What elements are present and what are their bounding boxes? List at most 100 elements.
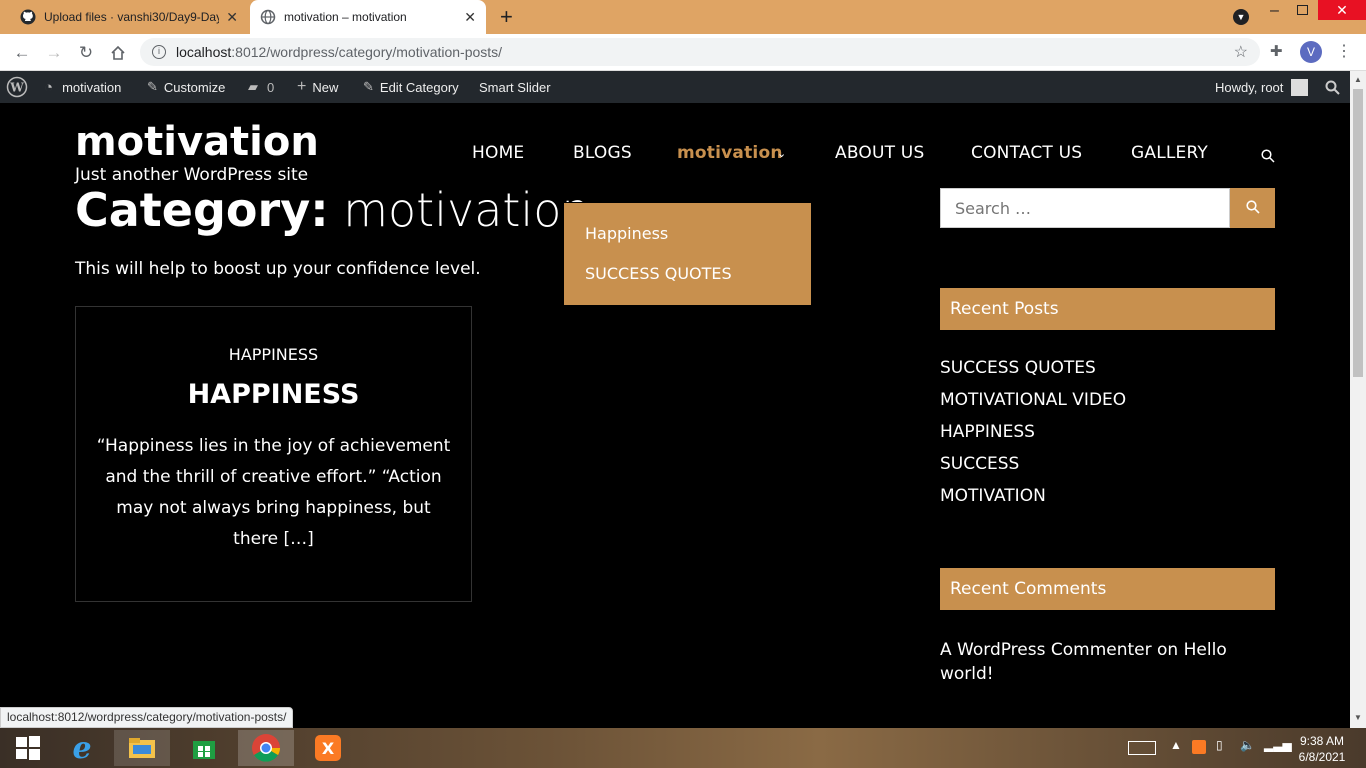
post-title[interactable]: HAPPINESS [76, 379, 471, 410]
scrollbar-thumb[interactable] [1353, 89, 1363, 377]
close-tab-icon[interactable]: ✕ [226, 9, 238, 25]
close-window-button[interactable]: ✕ [1318, 0, 1366, 20]
file-explorer-icon[interactable] [114, 730, 170, 766]
store-icon[interactable] [176, 730, 232, 766]
recent-post-link[interactable]: SUCCESS [940, 454, 1019, 474]
adminbar-customize[interactable]: ✎ Customize [147, 71, 225, 103]
url-path: :8012/wordpress/category/motivation-post… [231, 44, 503, 60]
bookmark-star-icon[interactable]: ☆ [1234, 42, 1248, 62]
close-tab-icon[interactable]: ✕ [464, 9, 476, 25]
start-button[interactable] [0, 730, 56, 766]
sidebar-search-button[interactable] [1230, 188, 1275, 228]
adminbar-new[interactable]: + New [297, 71, 338, 103]
scrollbar-down-arrow[interactable]: ▼ [1354, 713, 1362, 722]
recent-post-link[interactable]: MOTIVATIONAL VIDEO [940, 390, 1126, 410]
nav-about-us[interactable]: ABOUT US [835, 143, 924, 163]
dropdown-item-success-quotes[interactable]: SUCCESS QUOTES [585, 264, 732, 283]
internet-explorer-icon[interactable]: e [54, 730, 110, 766]
xampp-icon[interactable]: X [300, 730, 356, 766]
excerpt-line: may not always bring happiness, but [116, 498, 431, 518]
windows-logo-icon [16, 736, 40, 760]
chrome-icon[interactable] [238, 730, 294, 766]
comment-on-text: on [1157, 640, 1179, 660]
excerpt-line: and the thrill of creative effort.” “Act… [105, 467, 442, 487]
nav-motivation[interactable]: motivation [677, 143, 783, 163]
page-scrollbar[interactable]: ▲ ▼ [1350, 71, 1366, 728]
globe-icon [260, 9, 276, 25]
sidebar-search-input[interactable] [940, 188, 1230, 228]
chevron-down-icon: ⌄ [777, 147, 787, 160]
nav-dropdown-menu: Happiness SUCCESS QUOTES [564, 203, 811, 305]
address-bar[interactable]: i localhost :8012/wordpress/category/mot… [140, 38, 1260, 66]
svg-text:W: W [9, 81, 24, 95]
menu-icon[interactable]: ⋮ [1336, 41, 1352, 61]
battery-icon[interactable]: ▯ [1216, 738, 1223, 752]
info-icon[interactable]: i [152, 45, 166, 59]
site-title[interactable]: motivation [75, 119, 319, 165]
adminbar-customize-label: Customize [163, 79, 226, 95]
adminbar-site-label: motivation [62, 79, 122, 95]
tab-title: Upload files · vanshi30/Day9-Day [44, 10, 219, 24]
recent-comments-heading: Recent Comments [940, 568, 1275, 610]
scrollbar-up-arrow[interactable]: ▲ [1354, 75, 1362, 84]
reload-icon[interactable]: ↻ [74, 41, 98, 65]
pencil-icon: ✎ [363, 79, 374, 94]
recent-post-link[interactable]: SUCCESS QUOTES [940, 358, 1096, 378]
post-excerpt: “Happiness lies in the joy of achievemen… [76, 431, 471, 555]
site-tagline: Just another WordPress site [75, 165, 309, 185]
back-icon[interactable]: ← [10, 41, 34, 65]
tab-github[interactable]: Upload files · vanshi30/Day9-Day ✕ [8, 0, 248, 34]
recent-comment: A WordPress Commenter on Hello world! [940, 638, 1240, 686]
excerpt-line: “Happiness lies in the joy of achievemen… [96, 436, 451, 456]
tab-motivation[interactable]: motivation – motivation ✕ [250, 0, 486, 34]
adminbar-search-icon[interactable] [1325, 71, 1340, 103]
minimize-button[interactable]: – [1270, 2, 1279, 20]
maximize-button[interactable] [1297, 5, 1308, 15]
forward-icon[interactable]: → [42, 41, 66, 65]
adminbar-new-label: New [312, 79, 339, 95]
nav-blogs[interactable]: BLOGS [573, 143, 632, 163]
xampp-tray-icon[interactable] [1192, 740, 1206, 754]
adminbar-site-link[interactable]: ◔ motivation [44, 71, 121, 103]
adminbar-edit-category-label: Edit Category [379, 79, 459, 95]
wordpress-logo-icon[interactable]: W [6, 71, 28, 103]
nav-home[interactable]: HOME [472, 143, 524, 163]
adminbar-comments[interactable]: ▰ 0 [248, 71, 274, 103]
nav-gallery[interactable]: GALLERY [1131, 143, 1208, 163]
volume-icon[interactable]: 🔈 [1240, 738, 1255, 752]
adminbar-smart-slider[interactable]: Smart Slider [479, 71, 551, 103]
brush-icon: ✎ [147, 79, 158, 94]
recent-post-link[interactable]: HAPPINESS [940, 422, 1035, 442]
user-avatar [1291, 78, 1309, 96]
comment-author-link[interactable]: A WordPress Commenter [940, 640, 1152, 660]
comment-post-link-cont[interactable]: world! [940, 664, 994, 684]
nav-search-icon[interactable] [1261, 148, 1275, 167]
adminbar-account[interactable]: Howdy, root [1215, 71, 1309, 103]
comment-post-link[interactable]: Hello [1184, 640, 1227, 660]
recent-post-link[interactable]: MOTIVATION [940, 486, 1046, 506]
new-tab-button[interactable]: + [500, 4, 513, 30]
clock[interactable]: 9:38 AM 6/8/2021 [1290, 733, 1354, 765]
clock-time: 9:38 AM [1299, 734, 1345, 748]
comment-icon: ▰ [248, 79, 258, 94]
nav-contact-us[interactable]: CONTACT US [971, 143, 1082, 163]
post-category[interactable]: HAPPINESS [76, 345, 471, 364]
tray-chevron-up-icon[interactable]: ▲ [1170, 738, 1182, 752]
adminbar-smart-slider-label: Smart Slider [479, 79, 551, 95]
windows-taskbar: e X ▲ ▯ 🔈 ▂▃▅ 9:38 AM 6/8/2021 [0, 728, 1366, 768]
status-bar-url: localhost:8012/wordpress/category/motiva… [0, 707, 294, 728]
profile-avatar[interactable]: V [1300, 41, 1322, 63]
extensions-icon[interactable]: ✚ [1270, 42, 1283, 60]
adminbar-edit-category[interactable]: ✎ Edit Category [363, 71, 459, 103]
archive-prefix: Category: [75, 183, 329, 237]
home-icon[interactable] [106, 41, 130, 65]
tab-search-icon[interactable]: ▼ [1233, 9, 1249, 25]
sidebar-search [940, 188, 1275, 228]
archive-name: motivation [343, 183, 591, 237]
site-page: motivation Just another WordPress site H… [0, 103, 1350, 728]
clock-date: 6/8/2021 [1298, 750, 1346, 764]
dropdown-item-happiness[interactable]: Happiness [585, 224, 668, 243]
keyboard-icon[interactable] [1128, 741, 1156, 755]
adminbar-howdy: Howdy, root [1215, 79, 1284, 95]
network-icon[interactable]: ▂▃▅ [1264, 738, 1292, 752]
